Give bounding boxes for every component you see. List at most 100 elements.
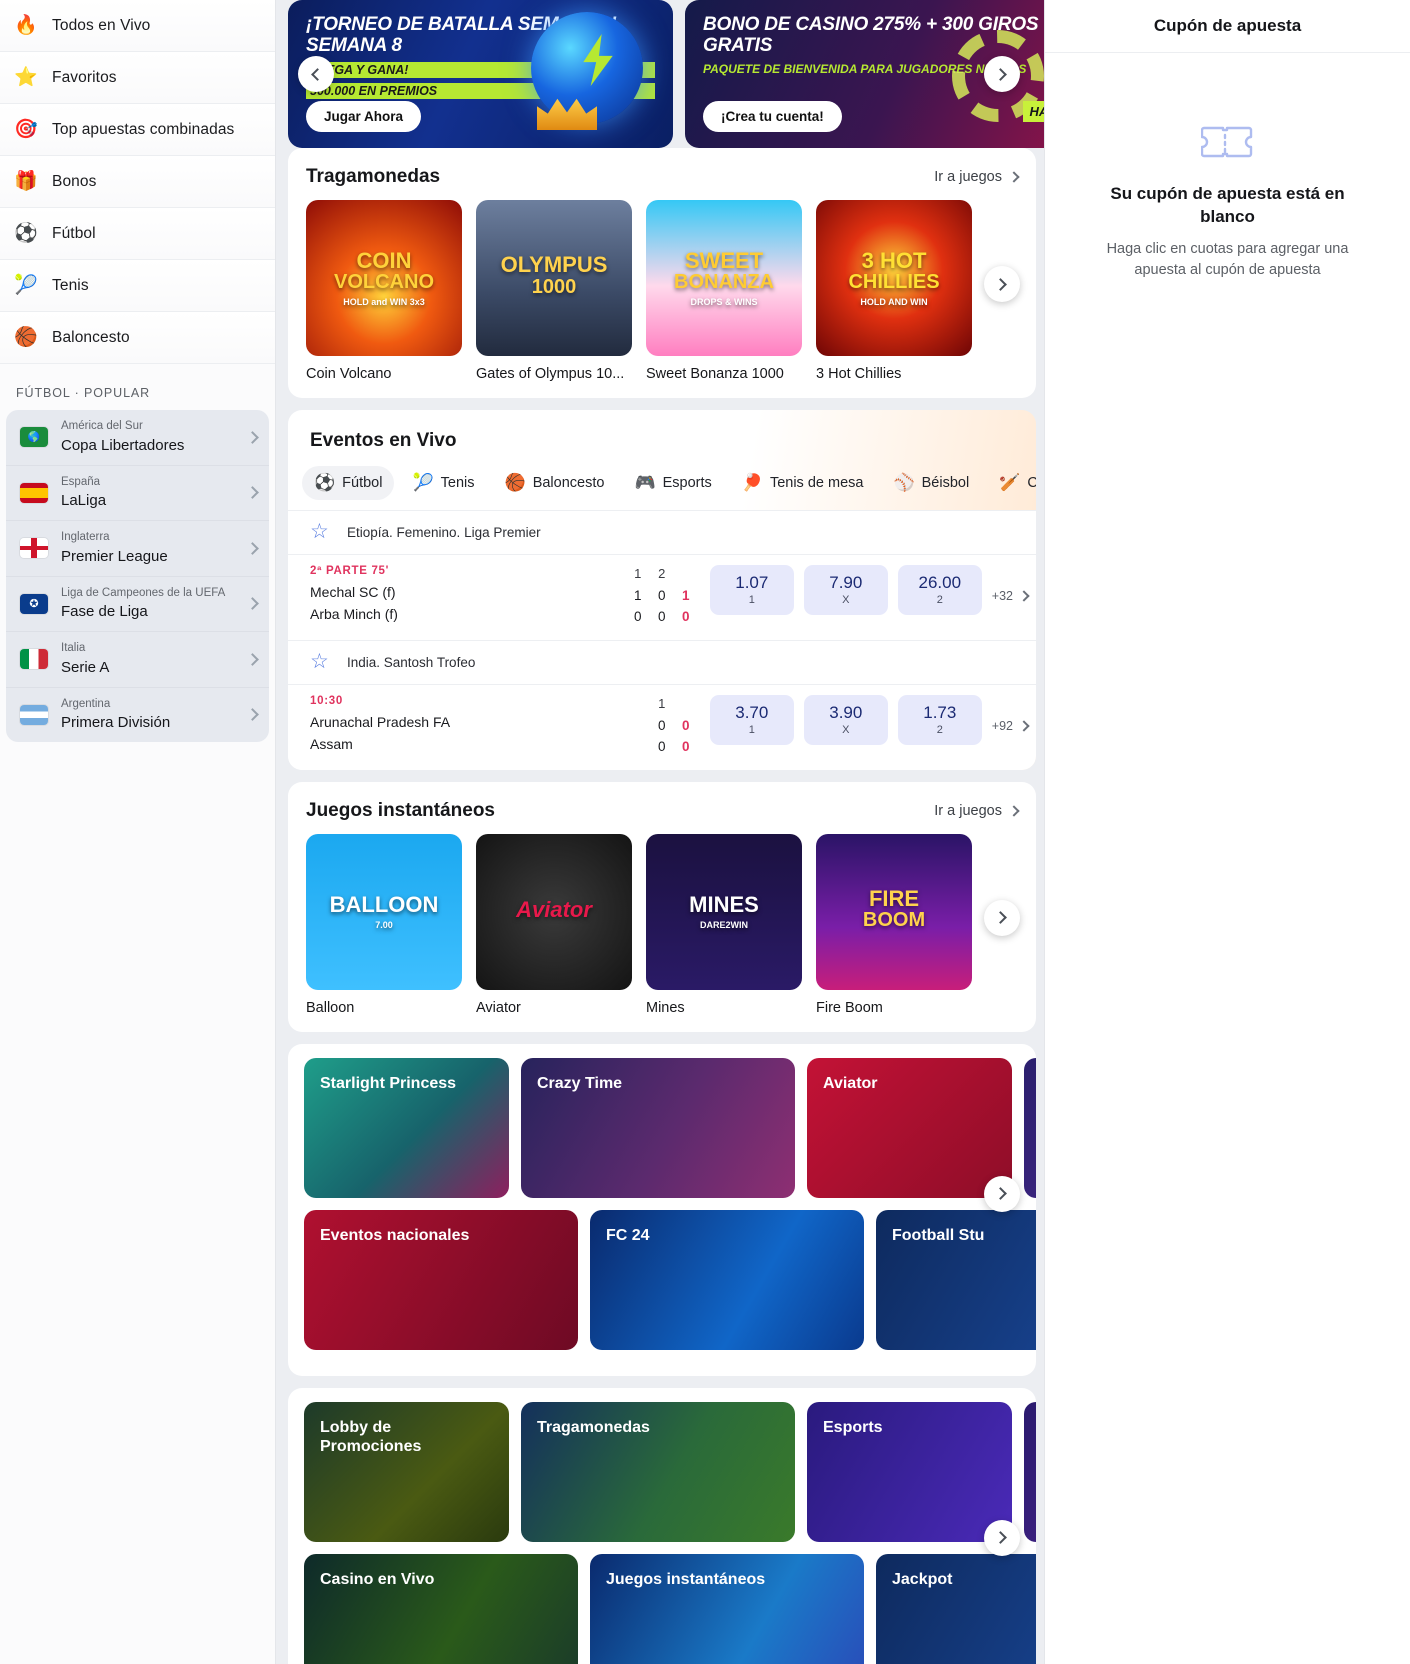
game-art-line1: Aviator <box>516 896 592 922</box>
promo-card[interactable]: Casino en Vivo <box>304 1553 578 1664</box>
match-status: 2ª PARTE 75' <box>310 565 390 577</box>
banner-tournament[interactable]: ¡TORNEO DE BATALLA SEMANAL! SEMANA 8 JUE… <box>288 0 673 148</box>
sport-tab-baloncesto[interactable]: 🏀 Baloncesto <box>493 466 617 500</box>
promo-row: Casino en Vivo Juegos instantáneos Jackpot <box>296 1553 1036 1664</box>
odds-group: 1.07 1 7.90 X 26.00 2 <box>709 565 982 628</box>
promo-group-2-next-button[interactable] <box>984 1519 1020 1556</box>
promo-card-title: Casino en Vivo <box>320 1570 435 1588</box>
game-tile[interactable]: Aviator Aviator <box>476 833 632 1016</box>
banner-cta-button[interactable]: ¡Crea tu cuenta! <box>703 101 842 132</box>
score-header <box>674 565 698 586</box>
popular-leagues-list: 🌎 América del Sur Copa Libertadores España L… <box>6 410 269 743</box>
game-art-sub: HOLD and WIN 3x3 <box>343 296 425 307</box>
more-markets-link[interactable]: +92 <box>982 719 1030 733</box>
league-header: ☆ India. Santosh Trofeo <box>288 639 1036 684</box>
odd-button[interactable]: 26.00 2 <box>897 565 982 615</box>
game-tile[interactable]: FIRE BOOM Fire Boom <box>816 833 972 1016</box>
promo-card[interactable]: Eventos nacionales <box>304 1209 578 1350</box>
sidebar-item-favoritos[interactable]: ⭐ Favoritos <box>0 52 275 104</box>
promo-card-title: Eventos nacionales <box>320 1226 470 1244</box>
sidebar-item-top-apuestas-combinadas[interactable]: 🎯 Top apuestas combinadas <box>0 104 275 156</box>
banner-cta-button[interactable]: Jugar Ahora <box>306 101 422 132</box>
league-name: Copa Libertadores <box>61 436 185 454</box>
sidebar-item-tenis[interactable]: 🎾 Tenis <box>0 260 275 312</box>
promo-card[interactable]: Juegos instantáneos <box>590 1553 864 1664</box>
sidebar-item-label: Todos en Vivo <box>52 16 151 34</box>
promo-card[interactable]: Esports <box>807 1401 1012 1542</box>
game-art-line1: COIN <box>356 247 412 273</box>
game-art-sub: DROPS & WINS <box>690 296 758 307</box>
instant-go-to-games-link[interactable]: Ir a juegos <box>934 803 1020 819</box>
argentina-flag <box>20 704 48 725</box>
sport-tab-label: Tenis <box>440 475 475 491</box>
sport-tab-label: Tenis de mesa <box>769 475 864 491</box>
sidebar-item-baloncesto[interactable]: 🏀 Baloncesto <box>0 312 275 364</box>
banner-next-button[interactable] <box>984 56 1020 92</box>
fire-icon: 🔥 <box>14 15 38 36</box>
odd-button[interactable]: 1.73 2 <box>897 694 982 745</box>
star-icon: ⭐ <box>14 67 38 88</box>
slots-next-button[interactable] <box>984 266 1020 302</box>
soccer-icon: ⚽ <box>314 473 336 492</box>
league-item[interactable]: ✪ Liga de Campeones de la UEFA Fase de Lig… <box>6 577 269 633</box>
ticket-icon <box>1200 123 1255 161</box>
league-item[interactable]: Argentina Primera División <box>6 688 269 743</box>
more-markets-link[interactable]: +32 <box>982 589 1030 603</box>
promo-row: Starlight Princess Crazy Time Aviator Pli <box>296 1057 1036 1198</box>
league-item[interactable]: Inglaterra Premier League <box>6 521 269 577</box>
promo-card[interactable]: Pli <box>1024 1057 1036 1198</box>
sport-tab-b-isbol[interactable]: ⚾ Béisbol <box>881 466 981 500</box>
promo-group-2: Lobby de Promociones Tragamonedas Esports B… <box>288 1387 1036 1664</box>
league-item[interactable]: Italia Serie A <box>6 632 269 688</box>
italy-flag <box>20 649 48 670</box>
game-thumbnail: MINES DARE2WIN <box>646 833 802 990</box>
game-tile[interactable]: SWEET BONANZA DROPS & WINS Sweet Bonanza 10… <box>646 200 802 382</box>
sidebar-item-todos-en-vivo[interactable]: 🔥 Todos en Vivo <box>0 0 275 52</box>
promo-card[interactable]: Starlight Princess <box>304 1057 509 1198</box>
game-tile[interactable]: 3 HOT CHILLIES HOLD AND WIN 3 Hot Chillies <box>816 200 972 382</box>
favorite-star-icon[interactable]: ☆ <box>310 651 331 673</box>
promo-card[interactable]: Lobby de Promociones <box>304 1401 509 1542</box>
game-art-sub: DARE2WIN <box>699 920 748 931</box>
promo-card[interactable]: Tragamonedas <box>521 1401 795 1542</box>
slots-go-to-games-link[interactable]: Ir a juegos <box>934 169 1020 185</box>
banner-prev-button[interactable] <box>298 56 334 92</box>
game-tile[interactable]: OLYMPUS 1000 Gates of Olympus 10... <box>476 200 632 382</box>
sidebar-item-label: Baloncesto <box>52 328 130 346</box>
odd-button[interactable]: 3.90 X <box>803 694 888 745</box>
promo-card[interactable]: FC 24 <box>590 1209 864 1350</box>
game-tile[interactable]: MINES DARE2WIN Mines <box>646 833 802 1016</box>
game-tile[interactable]: BALLOON 7.00 Balloon <box>306 833 462 1016</box>
match-row[interactable]: 10:30 Arunachal Pradesh FA Assam 1 0 0 0 0 3.70 1… <box>288 683 1036 770</box>
sidebar-item-f-tbol[interactable]: ⚽ Fútbol <box>0 208 275 260</box>
sport-tab-f-tbol[interactable]: ⚽ Fútbol <box>302 466 395 500</box>
favorite-star-icon[interactable]: ☆ <box>310 521 331 543</box>
sidebar-item-label: Tenis <box>52 276 89 294</box>
sport-tab-tenis-de-mesa[interactable]: 🏓 Tenis de mesa <box>730 466 876 500</box>
match-row[interactable]: 2ª PARTE 75' Mechal SC (f) Arba Minch (f) 1… <box>288 554 1036 640</box>
promo-card[interactable]: Bu <box>1024 1401 1036 1542</box>
promo-card[interactable]: Jackpot <box>876 1553 1036 1664</box>
league-item[interactable]: España LaLiga <box>6 466 269 522</box>
odd-button[interactable]: 1.07 1 <box>709 565 794 615</box>
game-thumbnail: SWEET BONANZA DROPS & WINS <box>646 200 802 356</box>
game-tile[interactable]: COIN VOLCANO HOLD and WIN 3x3 Coin Volcano <box>306 200 462 382</box>
sport-tab-esports[interactable]: 🎮 Esports <box>622 466 723 500</box>
promo-card[interactable]: Crazy Time <box>521 1057 795 1198</box>
promo-group-1-next-button[interactable] <box>984 1175 1020 1212</box>
bet-slip-panel: Cupón de apuesta Su cupón de apuesta est… <box>1044 0 1410 1664</box>
sport-tab-tenis[interactable]: 🎾 Tenis <box>400 466 486 500</box>
league-item[interactable]: 🌎 América del Sur Copa Libertadores <box>6 410 269 466</box>
instant-next-button[interactable] <box>984 899 1020 936</box>
tennis-icon: 🎾 <box>14 275 38 296</box>
score-value: 0 <box>682 717 690 733</box>
odd-button[interactable]: 7.90 X <box>803 565 888 615</box>
sport-tab-c[interactable]: 🏏 C <box>987 466 1036 500</box>
odd-button[interactable]: 3.70 1 <box>709 694 794 745</box>
chevron-right-icon <box>246 541 259 555</box>
promo-card[interactable]: Football Stu <box>876 1209 1036 1350</box>
sidebar-item-bonos[interactable]: 🎁 Bonos <box>0 156 275 208</box>
promo-card[interactable]: Aviator <box>807 1057 1012 1198</box>
promo-card-title: Esports <box>823 1418 883 1436</box>
sport-tab-label: Fútbol <box>342 475 383 491</box>
